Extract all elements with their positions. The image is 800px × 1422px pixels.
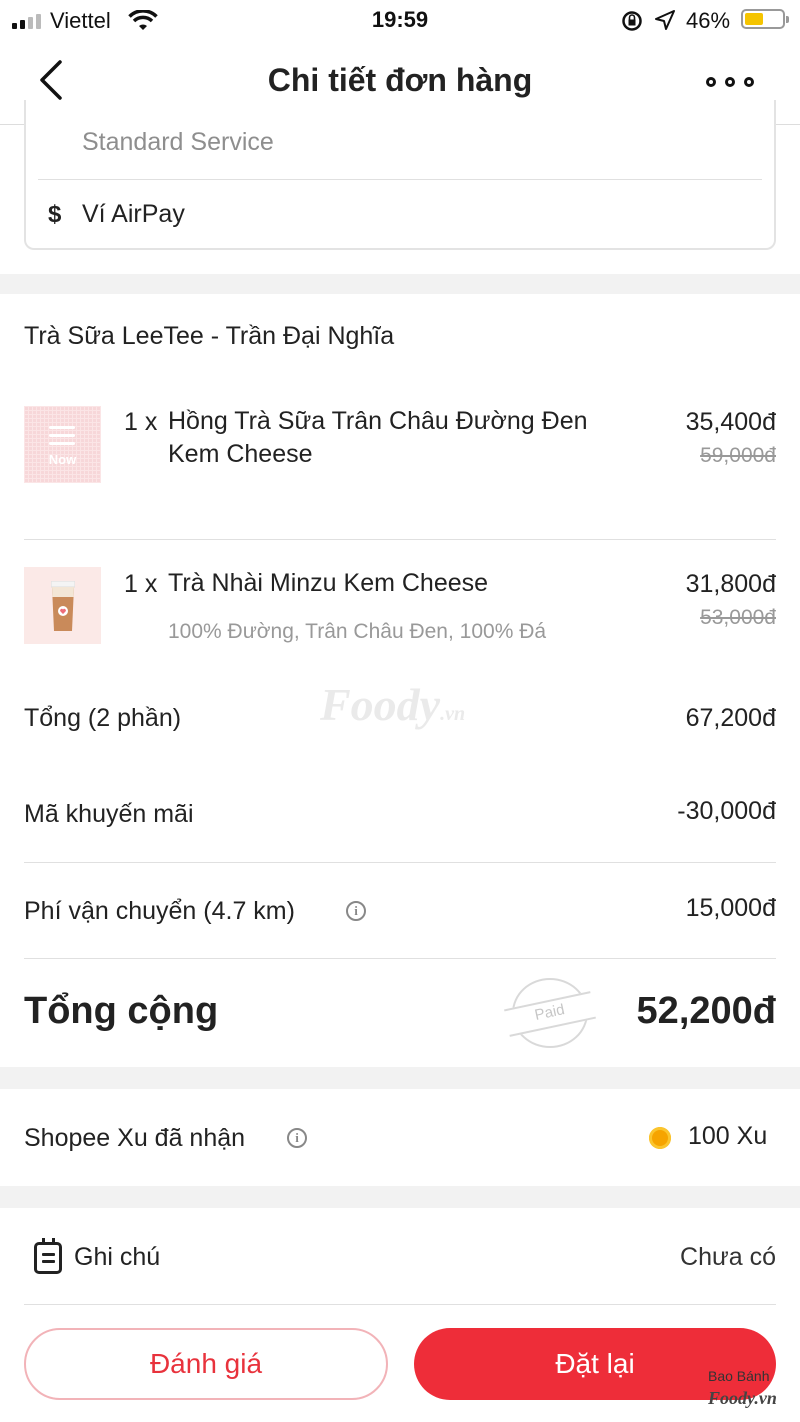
- now-logo-icon: [49, 426, 75, 450]
- xu-label: Shopee Xu đã nhận: [24, 1124, 246, 1152]
- item-original-price: 53,000đ: [700, 606, 776, 629]
- status-bar: Viettel 19:59 46%: [0, 0, 800, 40]
- item-options: 100% Đường, Trân Châu Đen, 100% Đá: [168, 620, 547, 643]
- xu-value: 100 Xu: [688, 1122, 768, 1150]
- item-name-line: Kem Cheese: [168, 440, 313, 468]
- divider: [38, 179, 762, 180]
- item-original-price: 59,000đ: [700, 444, 776, 467]
- item-quantity: 1 x: [124, 408, 158, 436]
- total-value: 52,200đ: [636, 990, 776, 1032]
- divider: [24, 958, 776, 959]
- watermark-brand-small: Foody.vn: [708, 1388, 777, 1408]
- clock: 19:59: [371, 7, 429, 32]
- divider: [24, 1304, 776, 1305]
- note-value[interactable]: Chưa có: [576, 1243, 776, 1272]
- item-quantity: 1 x: [124, 570, 158, 598]
- page-title: Chi tiết đơn hàng: [267, 62, 533, 98]
- divider: [24, 539, 776, 540]
- coin-icon: [649, 1127, 671, 1149]
- payment-method: Ví AirPay: [82, 200, 185, 228]
- orientation-lock-icon: [622, 11, 642, 31]
- shop-name[interactable]: Trà Sữa LeeTee - Trần Đại Nghĩa: [24, 322, 394, 351]
- location-arrow-icon: [655, 10, 675, 30]
- promo-label: Mã khuyến mãi: [24, 800, 194, 828]
- section-gap: [0, 1186, 800, 1208]
- section-gap: [0, 274, 800, 294]
- delivery-service: Standard Service: [82, 128, 274, 156]
- info-icon[interactable]: i: [346, 901, 366, 921]
- divider: [24, 862, 776, 863]
- item-name: Trà Nhài Minzu Kem Cheese: [168, 569, 489, 597]
- item-price: 31,800đ: [685, 570, 776, 598]
- section-gap: [0, 1067, 800, 1089]
- watermark-suffix: .vn: [440, 703, 466, 725]
- battery-percent: 46%: [686, 8, 731, 33]
- item-name-line: Hồng Trà Sữa Trân Châu Đường Đen: [168, 407, 588, 435]
- foody-watermark: Foody.vn: [320, 678, 465, 731]
- payment-icon: $: [48, 201, 62, 228]
- promo-value: -30,000đ: [677, 797, 776, 825]
- item-thumbnail: [24, 567, 101, 644]
- thumbnail-label: Now: [48, 452, 77, 467]
- info-icon[interactable]: i: [287, 1128, 307, 1148]
- item-thumbnail: Now: [24, 406, 101, 483]
- subtotal-label: Tổng (2 phần): [24, 704, 182, 732]
- more-options-icon[interactable]: [706, 77, 754, 87]
- watermark-caption: Bao Bánh: [708, 1368, 770, 1384]
- subtotal-value: 67,200đ: [685, 704, 776, 732]
- total-label: Tổng cộng: [24, 990, 219, 1032]
- note-label: Ghi chú: [74, 1243, 161, 1271]
- item-name: Hồng Trà Sữa Trân Châu Đường Đen Kem Che…: [168, 405, 588, 471]
- shipping-value: 15,000đ: [685, 894, 776, 922]
- watermark-brand: Foody: [320, 679, 441, 730]
- note-icon: [34, 1238, 62, 1274]
- battery-icon: [741, 9, 789, 29]
- drink-cup-icon: [51, 581, 75, 631]
- rate-button[interactable]: Đánh giá: [24, 1328, 388, 1400]
- shipping-label: Phí vận chuyển (4.7 km): [24, 897, 295, 925]
- item-price: 35,400đ: [685, 408, 776, 436]
